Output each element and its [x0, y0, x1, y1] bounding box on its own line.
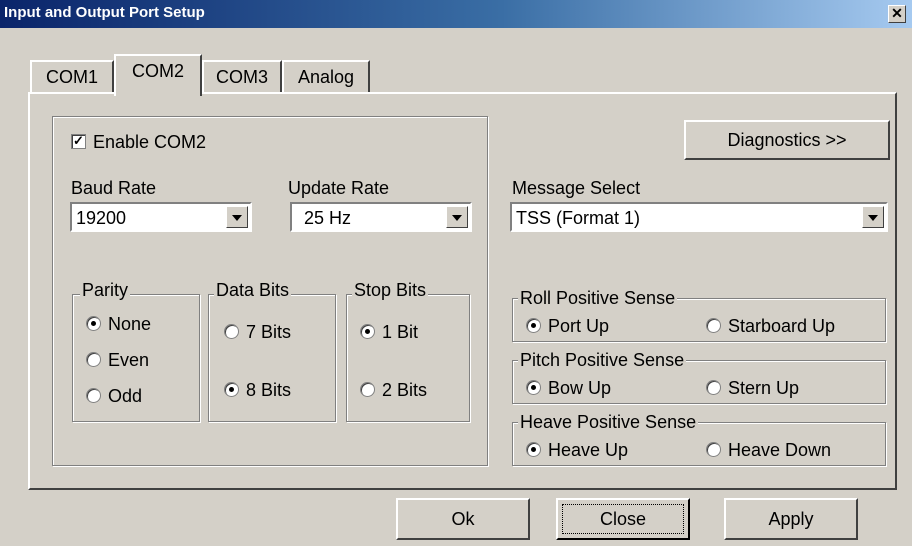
parity-odd-radio[interactable]: Odd: [86, 386, 142, 407]
apply-button[interactable]: Apply: [724, 498, 858, 540]
parity-even-radio[interactable]: Even: [86, 350, 149, 371]
radio-icon: [706, 441, 721, 457]
roll-starboard-up-radio[interactable]: Starboard Up: [706, 316, 835, 337]
heave-up-radio[interactable]: Heave Up: [526, 440, 628, 461]
ok-button[interactable]: Ok: [396, 498, 530, 540]
update-rate-select[interactable]: 25 Hz: [290, 202, 472, 232]
baud-rate-value: 19200: [76, 208, 127, 228]
update-rate-value: 25 Hz: [304, 208, 352, 228]
chevron-down-icon[interactable]: [862, 206, 884, 228]
chevron-down-icon[interactable]: [226, 206, 248, 228]
diagnostics-button[interactable]: Diagnostics >>: [684, 120, 890, 160]
radio-selected-icon: [526, 379, 541, 395]
heave-down-label: Heave Down: [728, 440, 832, 460]
data-bits-8-label: 8 Bits: [246, 380, 292, 400]
pitch-bow-up-radio[interactable]: Bow Up: [526, 378, 611, 399]
data-bits-group: [208, 294, 336, 422]
stop-bits-1-label: 1 Bit: [382, 322, 419, 342]
stop-bits-2-radio[interactable]: 2 Bits: [360, 380, 427, 401]
parity-even-label: Even: [108, 350, 150, 370]
window-title: Input and Output Port Setup: [4, 4, 205, 21]
pitch-stern-up-label: Stern Up: [728, 378, 800, 398]
roll-port-up-label: Port Up: [548, 316, 610, 336]
roll-starboard-up-label: Starboard Up: [728, 316, 836, 336]
baud-rate-select[interactable]: 19200: [70, 202, 252, 232]
tab-analog[interactable]: Analog: [282, 60, 370, 94]
parity-odd-label: Odd: [108, 386, 143, 406]
parity-legend: Parity: [80, 280, 131, 301]
heave-up-label: Heave Up: [548, 440, 629, 460]
tab-com3[interactable]: COM3: [202, 60, 282, 94]
parity-none-radio[interactable]: None: [86, 314, 151, 335]
tab-com1[interactable]: COM1: [30, 60, 114, 94]
data-bits-7-radio[interactable]: 7 Bits: [224, 322, 291, 343]
data-bits-8-radio[interactable]: 8 Bits: [224, 380, 291, 401]
focus-indicator: [562, 504, 684, 534]
heave-sense-legend: Heave Positive Sense: [518, 412, 699, 433]
close-button[interactable]: Close: [556, 498, 690, 540]
radio-icon: [224, 323, 239, 339]
tab-panel: ✓ Enable COM2 Baud Rate 19200 Update Rate…: [28, 92, 897, 490]
roll-sense-legend: Roll Positive Sense: [518, 288, 678, 309]
pitch-stern-up-radio[interactable]: Stern Up: [706, 378, 799, 399]
radio-selected-icon: [360, 323, 375, 339]
pitch-sense-legend: Pitch Positive Sense: [518, 350, 687, 371]
baud-rate-label: Baud Rate: [71, 178, 157, 198]
radio-selected-icon: [526, 317, 541, 333]
data-bits-legend: Data Bits: [214, 280, 292, 301]
message-select-label: Message Select: [512, 178, 641, 198]
radio-icon: [706, 317, 721, 333]
stop-bits-2-label: 2 Bits: [382, 380, 428, 400]
radio-icon: [86, 351, 101, 367]
stop-bits-1-radio[interactable]: 1 Bit: [360, 322, 418, 343]
radio-selected-icon: [526, 441, 541, 457]
message-select-value: TSS (Format 1): [516, 208, 641, 228]
radio-selected-icon: [224, 381, 239, 397]
stop-bits-legend: Stop Bits: [352, 280, 429, 301]
radio-selected-icon: [86, 315, 101, 331]
roll-port-up-radio[interactable]: Port Up: [526, 316, 609, 337]
heave-down-radio[interactable]: Heave Down: [706, 440, 831, 461]
update-rate-label: Update Rate: [288, 178, 390, 198]
data-bits-7-label: 7 Bits: [246, 322, 292, 342]
radio-icon: [706, 379, 721, 395]
stop-bits-group: [346, 294, 470, 422]
message-select[interactable]: TSS (Format 1): [510, 202, 888, 232]
pitch-bow-up-label: Bow Up: [548, 378, 612, 398]
radio-icon: [86, 387, 101, 403]
radio-icon: [360, 381, 375, 397]
close-window-icon[interactable]: ✕: [888, 5, 906, 23]
tab-com2[interactable]: COM2: [114, 54, 202, 96]
chevron-down-icon[interactable]: [446, 206, 468, 228]
parity-none-label: None: [108, 314, 152, 334]
enable-com2-checkbox[interactable]: ✓ Enable COM2: [71, 132, 206, 153]
enable-com2-label: Enable COM2: [93, 132, 207, 152]
checkbox-check-icon: ✓: [71, 133, 86, 149]
